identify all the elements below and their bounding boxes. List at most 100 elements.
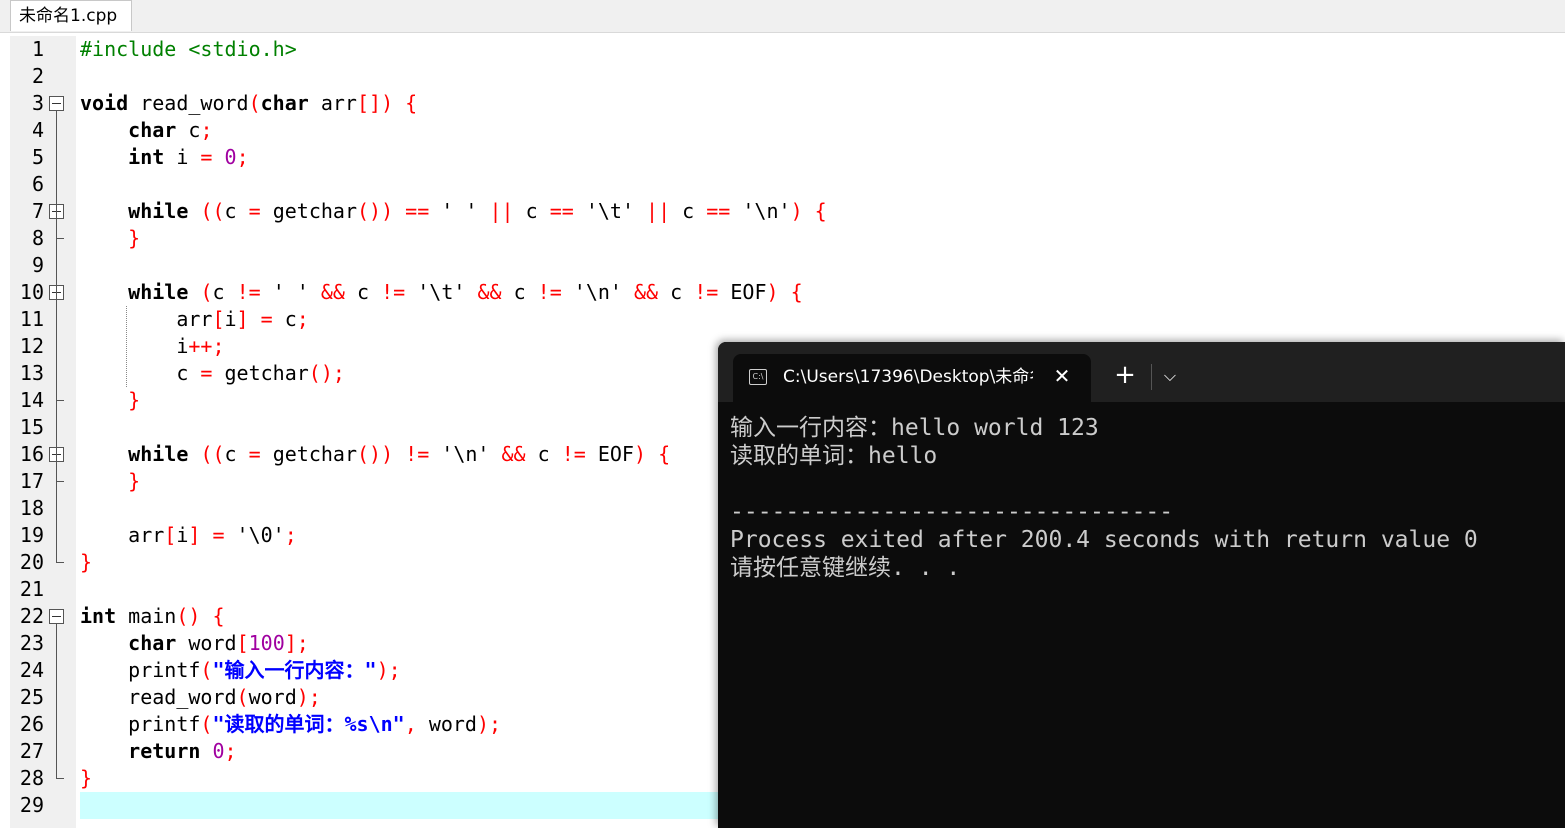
code-token: [ <box>236 631 249 655</box>
code-line[interactable]: arr[i] = '\0'; <box>80 522 297 549</box>
code-token: while <box>128 199 189 223</box>
code-token: = <box>248 199 261 223</box>
code-token: (( <box>200 442 225 466</box>
code-token: ); <box>296 685 321 709</box>
code-token: EOF <box>585 442 634 466</box>
code-token: ) { <box>633 442 671 466</box>
code-token: '\n' <box>429 442 502 466</box>
code-token: []) { <box>356 91 418 115</box>
code-line[interactable]: while (c != ' ' && c != '\t' && c != '\n… <box>80 279 803 306</box>
code-token: ; <box>224 739 237 763</box>
code-token: 0 <box>224 145 237 169</box>
code-line[interactable]: c = getchar(); <box>80 360 345 387</box>
fold-line <box>56 111 57 562</box>
code-token: ; <box>296 307 309 331</box>
code-line[interactable]: } <box>80 765 92 792</box>
file-tab[interactable]: 未命名1.cpp <box>10 0 132 31</box>
code-token: || <box>489 199 514 223</box>
code-line[interactable]: read_word(word); <box>80 684 321 711</box>
line-number: 18 <box>19 496 44 520</box>
code-token: ()) == <box>357 199 430 223</box>
code-token: i <box>224 307 237 331</box>
code-line[interactable]: arr[i] = c; <box>80 306 309 333</box>
code-token: != <box>694 280 719 304</box>
line-number: 1 <box>31 37 44 61</box>
code-token: '\t' <box>573 199 647 223</box>
code-token: ++; <box>188 334 225 358</box>
code-line[interactable]: while ((c = getchar()) == ' ' || c == '\… <box>80 198 827 225</box>
console-output: 输入一行内容：hello world 123 读取的单词：hello -------… <box>730 414 1560 582</box>
code-line[interactable]: } <box>80 387 140 414</box>
code-line[interactable]: } <box>80 468 140 495</box>
code-token: () { <box>176 604 225 628</box>
line-number: 19 <box>19 523 44 547</box>
line-number: 23 <box>19 631 44 655</box>
code-token: i <box>80 334 189 358</box>
code-line[interactable]: char c; <box>80 117 212 144</box>
code-token: "输入一行内容：" <box>212 658 377 682</box>
line-number: 26 <box>19 712 44 736</box>
line-number: 21 <box>19 577 44 601</box>
code-token: main <box>116 604 177 628</box>
line-number: 17 <box>19 469 44 493</box>
code-token: ; <box>284 523 297 547</box>
line-number: 5 <box>31 145 44 169</box>
code-token: = <box>200 361 213 385</box>
code-token: } <box>80 550 93 574</box>
code-token: c <box>658 280 695 304</box>
code-token: != <box>561 442 586 466</box>
fold-end-marker <box>56 400 64 401</box>
code-token: && <box>477 280 502 304</box>
code-token: ) { <box>766 280 803 304</box>
code-line[interactable]: printf("读取的单词：%s\n", word); <box>80 711 501 738</box>
code-token: ( <box>200 280 213 304</box>
close-icon[interactable]: ✕ <box>1051 364 1073 388</box>
code-token: ]; <box>284 631 309 655</box>
code-token: getchar <box>212 361 309 385</box>
console-output-line: 请按任意键继续. . . <box>730 555 961 581</box>
code-line[interactable]: char word[100]; <box>80 630 309 657</box>
code-line[interactable]: } <box>80 225 140 252</box>
code-line[interactable]: void read_word(char arr[]) { <box>80 90 417 117</box>
fold-end-marker <box>56 778 64 779</box>
code-line[interactable]: #include <stdio.h> <box>80 36 297 63</box>
console-output-line: 输入一行内容：hello world 123 <box>730 415 1099 441</box>
code-token: arr <box>80 307 213 331</box>
file-tab-bar: 未命名1.cpp <box>0 0 1565 33</box>
code-token: [ <box>212 307 225 331</box>
console-tab[interactable]: C:\ C:\Users\17396\Desktop\未命名1.exe ✕ <box>733 354 1091 402</box>
code-token: c <box>80 361 201 385</box>
code-token: read_word <box>128 91 249 115</box>
code-line[interactable]: } <box>80 549 92 576</box>
code-line[interactable]: printf("输入一行内容："); <box>80 657 401 684</box>
console-window[interactable]: C:\ C:\Users\17396\Desktop\未命名1.exe ✕ + … <box>718 342 1565 828</box>
line-number: 24 <box>19 658 44 682</box>
code-line[interactable]: int main() { <box>80 603 225 630</box>
console-output-line: Process exited after 200.4 seconds with … <box>730 527 1478 553</box>
fold-toggle-icon[interactable] <box>49 96 64 111</box>
new-tab-button[interactable]: + <box>1114 362 1136 388</box>
chevron-down-icon[interactable]: ⌵ <box>1159 364 1181 388</box>
code-token: word <box>428 712 477 736</box>
code-token: i <box>176 523 189 547</box>
code-token: ] = <box>236 307 273 331</box>
console-output-line: -------------------------------- <box>730 499 1174 525</box>
code-line[interactable]: return 0; <box>80 738 237 765</box>
code-token: c <box>525 442 562 466</box>
code-token: c <box>272 307 297 331</box>
fold-toggle-icon[interactable] <box>49 609 64 624</box>
code-token: ; <box>236 145 249 169</box>
code-token: (); <box>308 361 345 385</box>
code-line[interactable]: i++; <box>80 333 225 360</box>
code-line[interactable]: while ((c = getchar()) != '\n' && c != E… <box>80 441 670 468</box>
code-token: (( <box>200 199 225 223</box>
code-line[interactable]: int i = 0; <box>80 144 249 171</box>
